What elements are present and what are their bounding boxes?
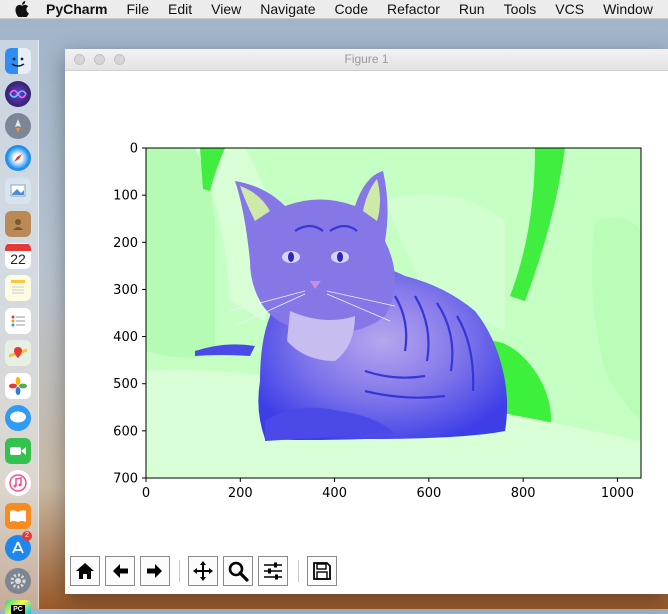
y-tick-label: 400	[113, 330, 138, 345]
itunes-icon[interactable]	[5, 470, 31, 496]
photos-icon[interactable]	[5, 373, 31, 399]
x-tick-label: 0	[142, 486, 150, 501]
calendar-header	[5, 244, 31, 251]
safari-icon[interactable]	[5, 145, 31, 171]
menu-vcs[interactable]: VCS	[555, 0, 584, 18]
y-tick-label: 600	[113, 424, 138, 439]
menu-window[interactable]: Window	[603, 0, 653, 18]
messages-icon[interactable]	[5, 405, 31, 431]
back-arrow-icon	[113, 564, 128, 578]
reminders-icon[interactable]	[5, 308, 31, 334]
pycharm-icon[interactable]: PC	[5, 600, 31, 614]
figure-canvas[interactable]: 0 200 400 600 800 1000 0 100 200 300 400 500 600 700	[65, 71, 668, 551]
calendar-day: 22	[10, 251, 26, 267]
home-button[interactable]	[70, 556, 100, 586]
x-tick-label: 1000	[601, 486, 634, 501]
y-tick-label: 100	[113, 189, 138, 204]
app-store-badge: 2	[22, 531, 32, 541]
x-tick-label: 600	[416, 486, 441, 501]
y-tick-label: 500	[113, 377, 138, 392]
matplotlib-toolbar	[65, 553, 668, 594]
image-heatmap[interactable]	[146, 148, 641, 478]
pan-button[interactable]	[188, 556, 218, 586]
apple-icon[interactable]	[15, 1, 29, 17]
siri-icon[interactable]	[5, 81, 31, 107]
x-axis: 0 200 400 600 800 1000	[142, 478, 634, 501]
menu-file[interactable]: File	[126, 0, 149, 18]
window-title: Figure 1	[344, 52, 389, 66]
figure-window: Figure 1 0 200 400 600 800 1000 0 100 20…	[65, 49, 668, 594]
menu-edit[interactable]: Edit	[168, 0, 192, 18]
system-preferences-icon[interactable]	[5, 568, 31, 594]
books-icon[interactable]	[5, 503, 31, 529]
maps-icon[interactable]	[5, 340, 31, 366]
menu-code[interactable]: Code	[335, 0, 368, 18]
forward-arrow-icon	[147, 564, 162, 578]
pan-icon	[193, 561, 213, 581]
y-axis: 0 100 200 300 400 500 600 700	[113, 142, 146, 487]
finder-icon[interactable]	[5, 48, 31, 74]
calendar-icon[interactable]: 22	[5, 243, 31, 269]
home-icon	[76, 563, 94, 579]
forward-button[interactable]	[140, 556, 170, 586]
configure-icon	[264, 562, 282, 580]
back-button[interactable]	[105, 556, 135, 586]
y-tick-label: 0	[130, 142, 138, 157]
x-tick-label: 200	[228, 486, 253, 501]
notes-icon[interactable]	[5, 275, 31, 301]
menu-tools[interactable]: Tools	[504, 0, 537, 18]
menu-app-name[interactable]: PyCharm	[46, 0, 107, 18]
x-tick-label: 400	[322, 486, 347, 501]
preview-icon[interactable]	[5, 178, 31, 204]
menu-bar: PyCharm File Edit View Navigate Code Ref…	[0, 0, 668, 19]
plot-svg: 0 200 400 600 800 1000 0 100 200 300 400 500 600 700	[113, 142, 642, 501]
toolbar-separator	[179, 560, 180, 582]
window-titlebar[interactable]: Figure 1	[65, 49, 668, 71]
zoom-icon	[228, 561, 249, 582]
save-button[interactable]	[307, 556, 337, 586]
configure-subplots-button[interactable]	[258, 556, 288, 586]
facetime-icon[interactable]	[5, 438, 31, 464]
toolbar-separator	[298, 560, 299, 582]
dock: 22 2 PC	[0, 40, 39, 614]
pycharm-label: PC	[11, 604, 25, 614]
y-tick-label: 300	[113, 283, 138, 298]
contacts-icon[interactable]	[5, 211, 31, 237]
menu-view[interactable]: View	[211, 0, 241, 18]
y-tick-label: 700	[113, 472, 138, 487]
launchpad-icon[interactable]	[5, 113, 31, 139]
menu-navigate[interactable]: Navigate	[260, 0, 315, 18]
menu-run[interactable]: Run	[459, 0, 485, 18]
x-tick-label: 800	[511, 486, 536, 501]
zoom-button[interactable]	[223, 556, 253, 586]
save-icon	[313, 562, 331, 580]
cat-pupil-right	[337, 252, 343, 262]
cat-pupil-left	[288, 252, 294, 262]
y-tick-label: 200	[113, 236, 138, 251]
menu-refactor[interactable]: Refactor	[387, 0, 440, 18]
